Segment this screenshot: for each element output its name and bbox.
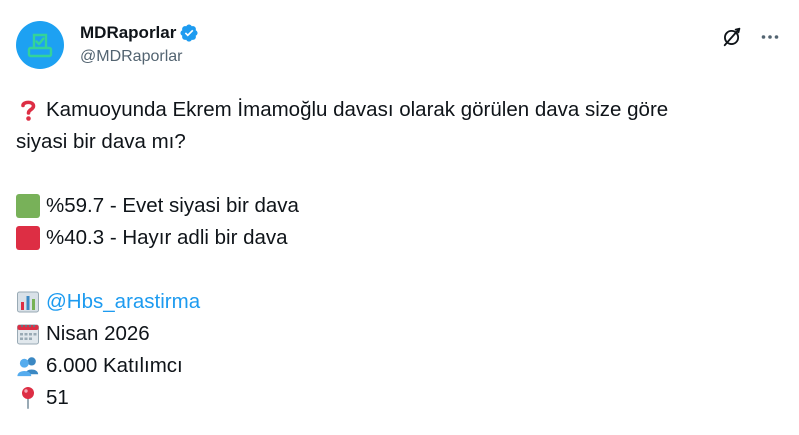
author-handle[interactable]: @MDRaporlar [80,48,199,66]
tweet-top-actions [719,24,783,50]
result-no: %40.3 - Hayır adli bir dava [16,222,786,254]
round-pushpin-icon [16,386,40,410]
author-block: MDRaporlar @MDRaporlar [80,22,199,66]
ballot-box-icon [27,33,53,58]
source-mention-link[interactable]: @Hbs_arastirma [46,286,200,318]
source-line: @Hbs_arastirma [16,286,786,318]
author-display-name[interactable]: MDRaporlar [80,23,176,43]
date-line: Nisan 2026 [16,318,786,350]
tweet-text: Kamuoyunda Ekrem İmamoğlu davası olarak … [16,94,786,414]
pin-text: 51 [46,386,69,409]
grok-icon[interactable] [719,24,745,50]
question-text-line2: siyasi bir dava mı? [16,130,186,153]
result-yes: %59.7 - Evet siyasi bir dava [16,190,786,222]
verified-badge-icon [179,23,199,43]
question-line-2: siyasi bir dava mı? [16,126,786,158]
red-square-icon [16,226,40,250]
avatar[interactable] [16,21,64,69]
bar-chart-icon [16,290,40,314]
result-no-text: %40.3 - Hayır adli bir dava [46,226,288,249]
result-yes-text: %59.7 - Evet siyasi bir dava [46,194,299,217]
pin-line: 51 [16,382,786,414]
calendar-icon [16,322,40,346]
more-dots-icon[interactable] [757,24,783,50]
question-mark-icon [16,98,40,122]
date-text: Nisan 2026 [46,322,150,345]
participants-line: 6.000 Katılımcı [16,350,786,382]
question-line: Kamuoyunda Ekrem İmamoğlu davası olarak … [16,94,786,126]
green-square-icon [16,194,40,218]
people-icon [16,354,40,378]
participants-text: 6.000 Katılımcı [46,354,183,377]
tweet: MDRaporlar @MDRaporlar Kamuoyunda Ekrem … [0,0,799,435]
question-text-line1: Kamuoyunda Ekrem İmamoğlu davası olarak … [46,98,669,121]
